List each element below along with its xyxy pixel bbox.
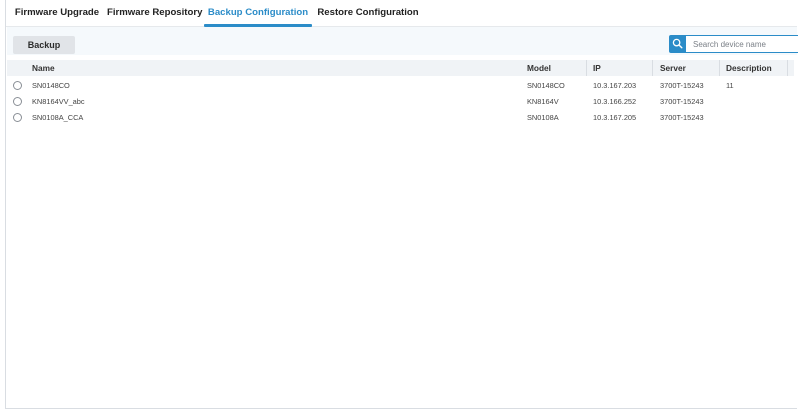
cell-server: 3700T-15243	[660, 81, 704, 90]
search-box	[669, 35, 798, 53]
cell-name: SN0108A_CCA	[32, 113, 84, 122]
tab-backup-configuration[interactable]: Backup Configuration	[204, 0, 312, 27]
column-divider	[787, 60, 788, 76]
search-button[interactable]	[669, 35, 686, 53]
search-icon	[672, 38, 683, 49]
cell-model: SN0108A	[527, 113, 559, 122]
cell-name: KN8164VV_abc	[32, 97, 85, 106]
row-select-radio[interactable]	[13, 113, 22, 122]
column-divider	[719, 60, 720, 76]
row-select-radio[interactable]	[13, 97, 22, 106]
table-row[interactable]: SN0148CO SN0148CO 10.3.167.203 3700T-152…	[7, 78, 794, 93]
cell-description: 11	[726, 81, 734, 90]
tab-bar: Firmware Upgrade Firmware Repository Bac…	[6, 0, 797, 27]
cell-name: SN0148CO	[32, 81, 70, 90]
cell-ip: 10.3.167.205	[593, 113, 637, 122]
column-divider	[652, 60, 653, 76]
column-header-description[interactable]: Description	[726, 60, 772, 76]
cell-model: SN0148CO	[527, 81, 565, 90]
tab-restore-configuration[interactable]: Restore Configuration	[317, 0, 419, 26]
cell-server: 3700T-15243	[660, 97, 704, 106]
row-select-radio[interactable]	[13, 81, 22, 90]
content-panel: Firmware Upgrade Firmware Repository Bac…	[5, 0, 798, 409]
column-divider	[586, 60, 587, 76]
cell-ip: 10.3.166.252	[593, 97, 637, 106]
column-header-ip[interactable]: IP	[593, 60, 601, 76]
column-header-name[interactable]: Name	[32, 60, 55, 76]
toolbar: Backup	[7, 27, 798, 55]
column-header-server[interactable]: Server	[660, 60, 686, 76]
table-header: Name Model IP Server Description	[7, 60, 794, 76]
table-row[interactable]: SN0108A_CCA SN0108A 10.3.167.205 3700T-1…	[7, 110, 794, 125]
search-input[interactable]	[686, 35, 798, 53]
cell-model: KN8164V	[527, 97, 559, 106]
tab-firmware-upgrade[interactable]: Firmware Upgrade	[13, 0, 101, 26]
table-row[interactable]: KN8164VV_abc KN8164V 10.3.166.252 3700T-…	[7, 94, 794, 109]
column-header-model[interactable]: Model	[527, 60, 551, 76]
tab-firmware-repository[interactable]: Firmware Repository	[107, 0, 202, 26]
backup-button[interactable]: Backup	[13, 36, 75, 54]
cell-ip: 10.3.167.203	[593, 81, 637, 90]
cell-server: 3700T-15243	[660, 113, 704, 122]
